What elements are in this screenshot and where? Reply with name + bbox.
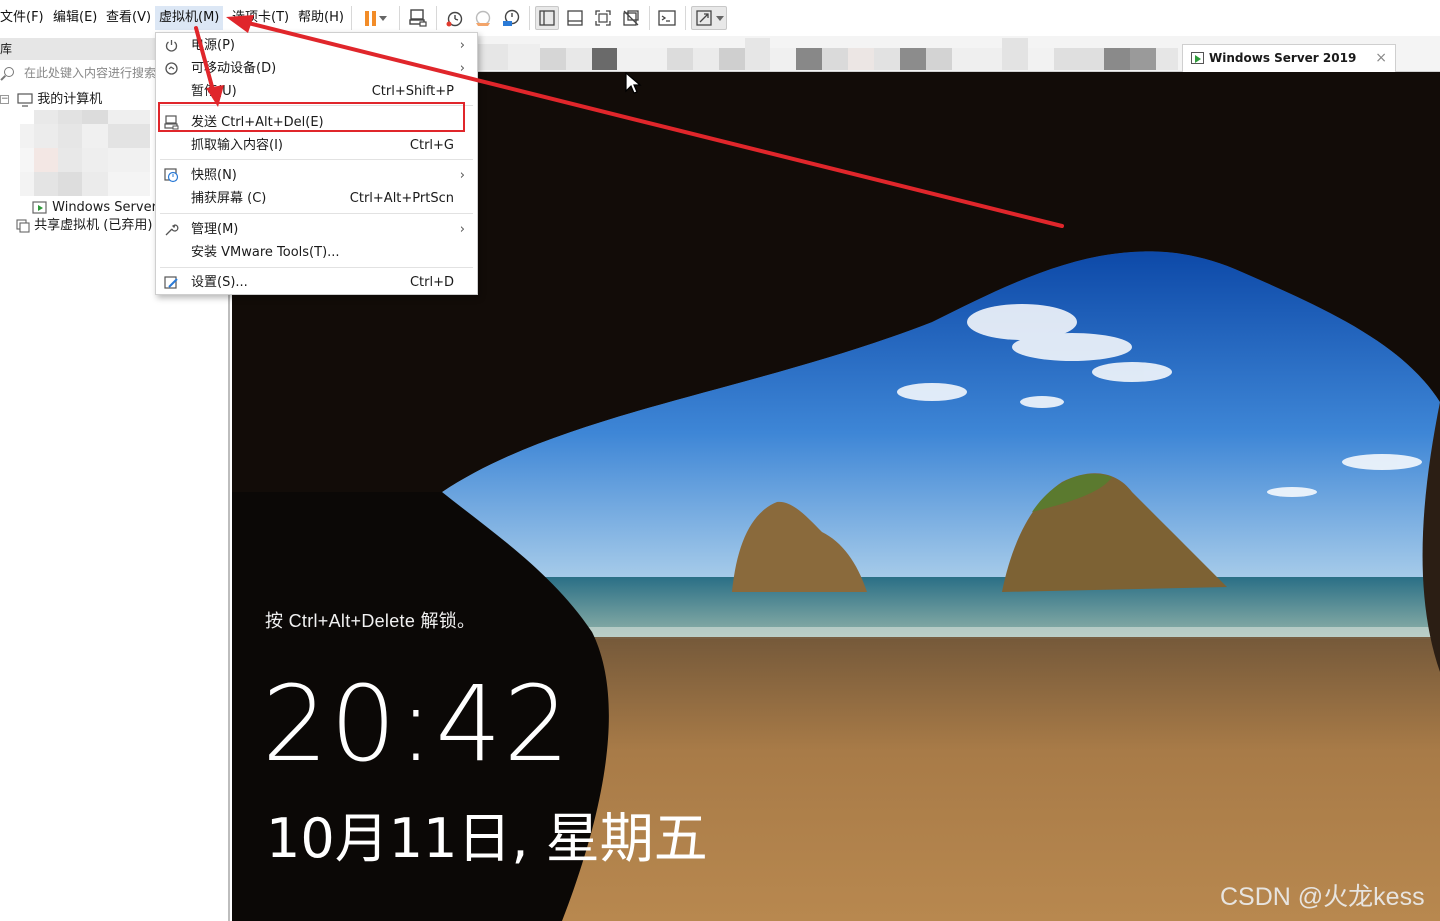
menu-bar: 文件(F) 编辑(E) 查看(V) 虚拟机(M) 选项卡(T) 帮助(H): [0, 0, 1440, 36]
pause-icon: [365, 10, 376, 26]
chevron-right-icon: ›: [459, 222, 465, 237]
search-icon: [4, 67, 14, 77]
thumbnail-bar-button[interactable]: [563, 6, 587, 30]
tree-item-label: 我的计算机: [37, 92, 103, 107]
tree-item-label: Windows Server: [52, 200, 157, 215]
send-ctrl-alt-del-icon: [409, 9, 427, 27]
lock-clock: 20:42: [262, 663, 572, 785]
revert-snapshot-icon: [475, 10, 491, 26]
shortcut-label: Ctrl+D: [409, 275, 454, 290]
toolbar-separator: [399, 6, 400, 30]
shortcut-label: Ctrl+Alt+PrtScn: [349, 191, 454, 206]
show-library-button[interactable]: [535, 6, 559, 30]
thumbnail-bar-icon: [567, 10, 583, 26]
menu-item-settings[interactable]: 设置(S)... Ctrl+D: [156, 271, 477, 294]
menu-separator: [160, 213, 473, 214]
menu-item-install-vmware-tools[interactable]: 安装 VMware Tools(T)...: [156, 241, 477, 264]
console-view-button[interactable]: [655, 6, 679, 30]
menu-tabs[interactable]: 选项卡(T): [232, 8, 289, 28]
show-library-icon: [539, 10, 555, 26]
menu-item-power[interactable]: 电源(P) ›: [156, 34, 477, 57]
menu-item-manage[interactable]: 管理(M) ›: [156, 218, 477, 241]
unlock-hint: 按 Ctrl+Alt+Delete 解锁。: [265, 611, 476, 631]
snapshot-icon: [446, 11, 463, 27]
unity-icon: [623, 10, 639, 26]
mouse-cursor-icon: [625, 72, 642, 94]
watermark: CSDN @火龙kess: [1220, 883, 1425, 911]
menu-item-pause[interactable]: 暂停(U) Ctrl+Shift+P: [156, 80, 477, 103]
toolbar-separator: [436, 6, 437, 30]
tab-label: Windows Server 2019: [1209, 51, 1357, 65]
toolbar-separator: [685, 6, 686, 30]
menu-item-removable-devices[interactable]: 可移动设备(D) ›: [156, 57, 477, 80]
vm-icon: [1191, 52, 1204, 64]
full-screen-icon: [595, 10, 611, 26]
tree-item-windows-server[interactable]: Windows Server: [32, 198, 157, 218]
search-placeholder: 在此处键入内容进行搜索: [24, 66, 157, 80]
snapshot-icon: [164, 168, 179, 183]
tree-item-my-computer[interactable]: − 我的计算机: [0, 90, 102, 110]
shortcut-label: Ctrl+G: [409, 138, 454, 153]
power-icon: [165, 40, 178, 52]
menu-separator: [160, 267, 473, 268]
toolbar-separator: [351, 6, 352, 30]
menu-vm[interactable]: 虚拟机(M): [155, 6, 224, 30]
stretch-guest-icon: [695, 10, 712, 26]
vm-icon: [32, 200, 47, 214]
full-screen-button[interactable]: [591, 6, 615, 30]
settings-icon: [164, 276, 178, 289]
toolbar-separator: [649, 6, 650, 30]
menu-edit[interactable]: 编辑(E): [53, 8, 97, 28]
menu-item-snapshot[interactable]: 快照(N) ›: [156, 164, 477, 187]
tab-windows-server-2019[interactable]: Windows Server 2019 ×: [1182, 44, 1396, 72]
close-tab-button[interactable]: ×: [1375, 45, 1387, 71]
chevron-right-icon: ›: [459, 168, 465, 183]
toolbar-separator: [529, 6, 530, 30]
menu-item-capture-screen[interactable]: 捕获屏幕 (C) Ctrl+Alt+PrtScn: [156, 187, 477, 210]
computer-icon: [17, 92, 33, 107]
console-view-icon: [658, 10, 676, 26]
menu-help[interactable]: 帮助(H): [298, 8, 344, 28]
snapshot-manager-button[interactable]: [499, 6, 523, 30]
collapse-toggle[interactable]: −: [0, 95, 9, 104]
chevron-down-icon: [715, 15, 724, 21]
menu-item-grab-input[interactable]: 抓取输入内容(I) Ctrl+G: [156, 134, 477, 157]
menu-file[interactable]: 文件(F): [0, 8, 44, 28]
unity-button[interactable]: [619, 6, 643, 30]
menu-view[interactable]: 查看(V): [106, 8, 151, 28]
revert-snapshot-button[interactable]: [471, 6, 495, 30]
chevron-down-icon: [379, 15, 387, 21]
annotation-highlight-box: [158, 102, 465, 132]
snapshot-manager-icon: [503, 9, 520, 26]
chevron-right-icon: ›: [459, 38, 465, 53]
vm-menu-dropdown: 电源(P) › 可移动设备(D) › 暂停(U) Ctrl+Shift+P 发送…: [155, 32, 478, 295]
library-search-input[interactable]: 在此处键入内容进行搜索: [0, 62, 160, 84]
removable-device-icon: [165, 62, 178, 75]
tree-item-shared-vms[interactable]: 共享虚拟机 (已弃用): [16, 216, 152, 236]
tree-item-label: 共享虚拟机 (已弃用): [34, 218, 153, 233]
stretch-guest-button[interactable]: [691, 6, 727, 30]
chevron-right-icon: ›: [459, 61, 465, 76]
shortcut-label: Ctrl+Shift+P: [371, 84, 454, 99]
lock-date: 10月11日, 星期五: [266, 807, 708, 870]
menu-separator: [160, 159, 473, 160]
pause-button[interactable]: [360, 6, 392, 30]
shared-vm-icon: [16, 218, 30, 233]
send-ctrl-alt-del-button[interactable]: [406, 6, 430, 30]
take-snapshot-button[interactable]: [443, 6, 467, 30]
wrench-icon: [165, 224, 179, 236]
